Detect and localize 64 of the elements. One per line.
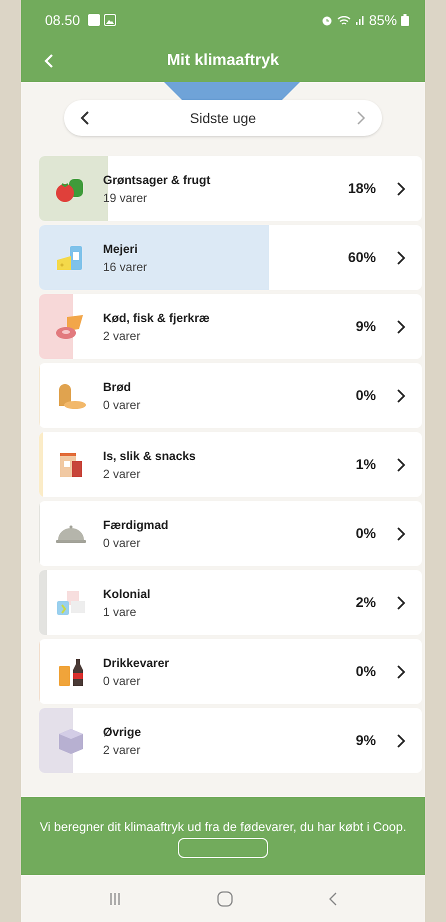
category-row[interactable]: Kød, fisk & fjerkræ 2 varer 9% (39, 294, 422, 359)
back-icon[interactable] (328, 890, 338, 906)
home-icon[interactable] (216, 890, 233, 906)
chevron-right-icon (396, 250, 406, 264)
banner-button[interactable] (178, 838, 268, 858)
category-row[interactable]: Kolonial 1 vare 2% (39, 570, 422, 635)
chevron-right-icon (396, 388, 406, 402)
category-row[interactable]: Is, slik & snacks 2 varer 1% (39, 432, 422, 497)
item-count: 0 varer (103, 534, 142, 552)
percentage: 60% (348, 248, 376, 267)
battery-icon (401, 14, 409, 26)
category-row[interactable]: Øvrige 2 varer 9% (39, 708, 422, 773)
category-row[interactable]: Grøntsager & frugt 19 varer 18% (39, 156, 422, 221)
item-count: 1 vare (103, 604, 138, 620)
percentage: 0% (356, 524, 376, 543)
back-icon (43, 53, 55, 69)
chevron-right-icon (396, 596, 406, 610)
item-count: 0 varer (103, 672, 142, 690)
category-name: Brød (103, 378, 132, 396)
battery-percentage: 85% (368, 10, 397, 30)
chevron-left-icon (80, 111, 90, 125)
image-icon (104, 14, 116, 26)
signal-icon (354, 14, 365, 26)
category-name: Kød, fisk & fjerkræ (103, 310, 211, 326)
item-count: 19 varer (103, 190, 148, 206)
item-count: 2 varer (103, 742, 142, 758)
category-name: Grøntsager & frugt (103, 172, 212, 188)
next-period-button[interactable] (356, 111, 366, 125)
percentage: 2% (356, 593, 376, 612)
chevron-right-icon (396, 734, 406, 748)
category-row[interactable]: Brød 0 varer 0% (39, 363, 422, 428)
chevron-right-icon (396, 182, 406, 196)
percentage: 18% (348, 179, 376, 198)
chevron-right-icon (356, 111, 366, 125)
item-count: 16 varer (103, 258, 148, 276)
percentage: 0% (356, 662, 376, 681)
category-name: Mejeri (103, 240, 139, 258)
chevron-right-icon (396, 526, 406, 540)
wifi-icon (336, 14, 351, 26)
chevron-right-icon (396, 458, 406, 472)
recent-apps-icon[interactable] (108, 892, 122, 906)
item-count: 0 varer (103, 396, 142, 414)
category-name: Is, slik & snacks (103, 448, 197, 464)
item-count: 2 varer (103, 466, 142, 482)
percentage: 1% (356, 455, 376, 474)
info-text: Vi beregner dit klimaaftryk ud fra de fødevarer, du har købt i Coop. (40, 819, 406, 836)
percentage: 9% (356, 317, 376, 336)
category-row[interactable]: Færdigmad 0 varer 0% (39, 501, 422, 566)
category-row[interactable]: Mejeri 16 varer 60% (39, 225, 422, 290)
percentage: 0% (356, 386, 376, 405)
page-title: Mit klimaaftryk (166, 51, 280, 71)
category-name: Kolonial (103, 586, 152, 602)
percentage: 9% (356, 731, 376, 750)
alarm-icon (320, 14, 333, 26)
chevron-right-icon (396, 320, 406, 334)
category-row[interactable]: Drikkevarer 0 varer 0% (39, 639, 422, 704)
period-label: Sidste uge (188, 108, 258, 128)
previous-period-button[interactable] (80, 111, 90, 125)
chevron-right-icon (396, 664, 406, 678)
item-count: 2 varer (103, 328, 142, 344)
category-name: Drikkevarer (103, 654, 170, 672)
status-time: 08.50 (45, 10, 80, 30)
category-name: Øvrige (103, 724, 142, 740)
category-name: Færdigmad (103, 516, 170, 534)
